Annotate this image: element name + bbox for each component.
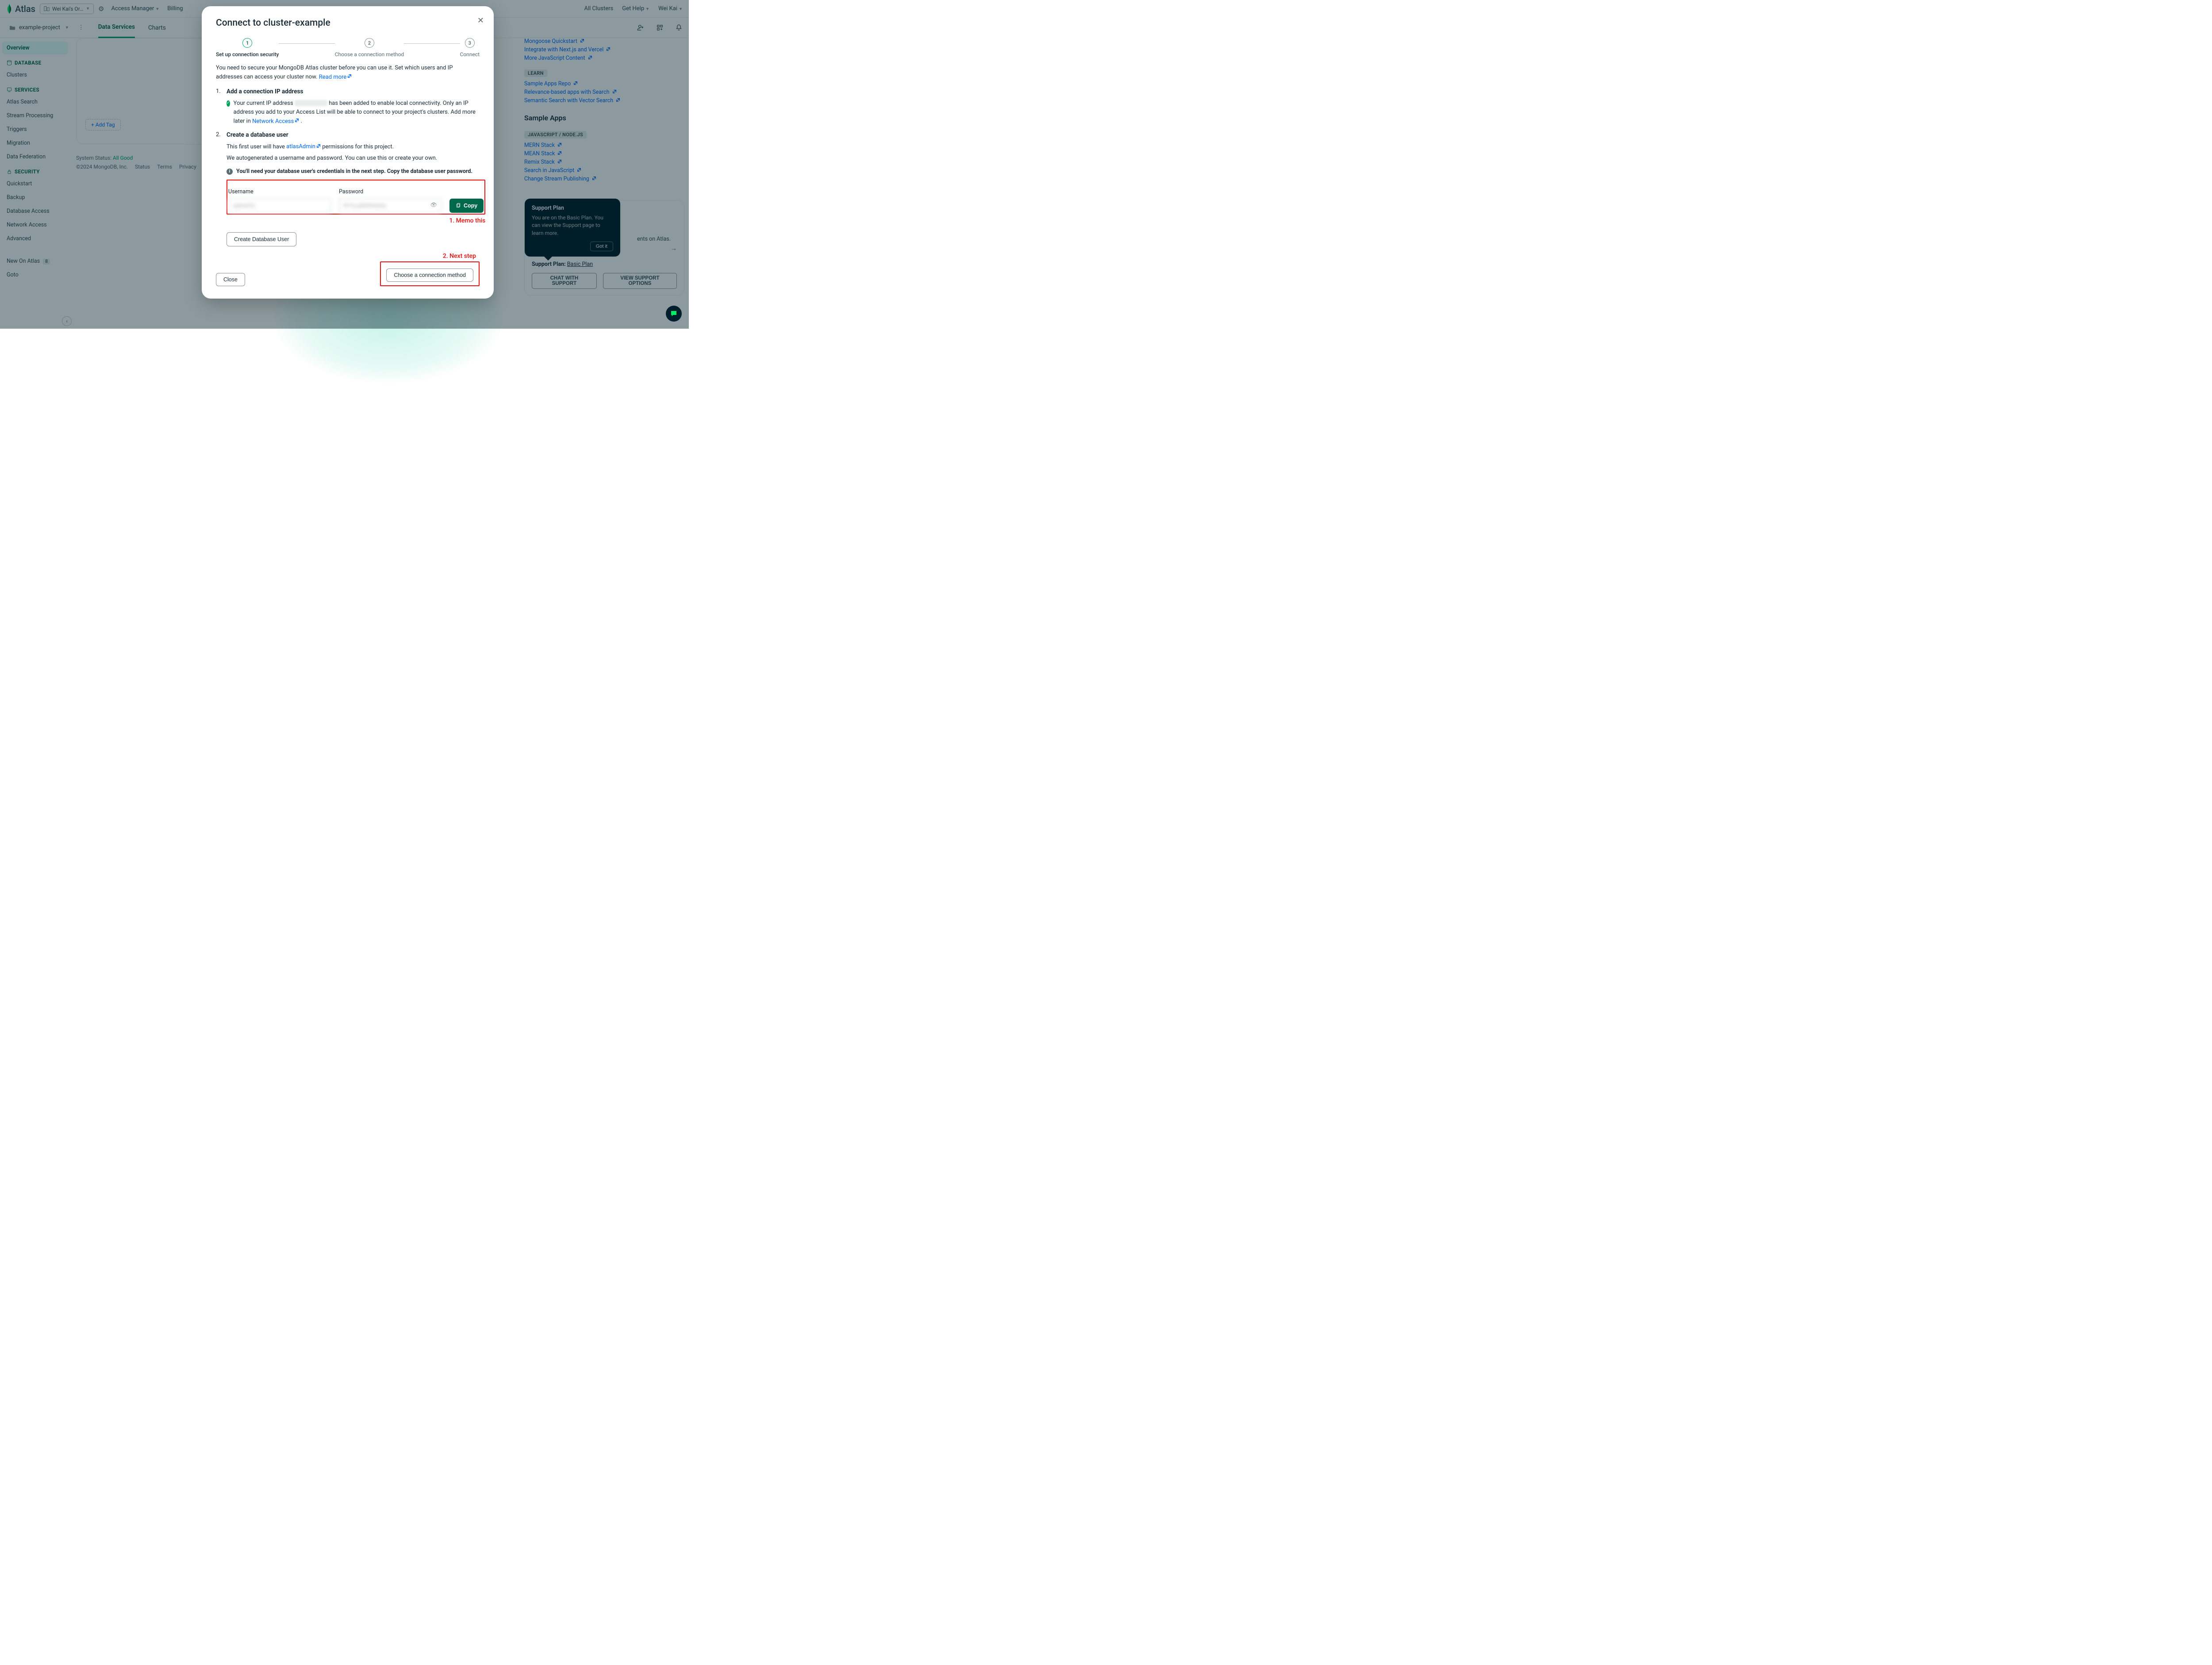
modal-title: Connect to cluster-example bbox=[216, 18, 480, 28]
atlas-admin-link[interactable]: atlasAdmin bbox=[286, 143, 321, 150]
credentials-highlight: Username Password 👁 Copy bbox=[227, 180, 485, 215]
step-1-circle: 1 bbox=[242, 38, 252, 48]
item1-heading: Add a connection IP address bbox=[227, 87, 480, 96]
stepper: 1 Set up connection security 2 Choose a … bbox=[216, 38, 480, 58]
close-icon[interactable]: ✕ bbox=[477, 16, 484, 25]
close-button[interactable]: Close bbox=[216, 273, 245, 286]
username-input[interactable] bbox=[228, 198, 331, 213]
info-text: You'll need your database user's credent… bbox=[236, 167, 472, 176]
check-circle-icon: ✓ bbox=[227, 100, 230, 107]
item1-text: Your current IP address has been added t… bbox=[234, 99, 480, 126]
step-1-label: Set up connection security bbox=[216, 51, 279, 58]
next-step-highlight: 2. Next step Choose a connection method bbox=[380, 261, 480, 286]
network-access-link[interactable]: Network Access bbox=[252, 118, 299, 125]
chat-icon bbox=[670, 310, 678, 318]
eye-icon[interactable]: 👁 bbox=[430, 201, 437, 209]
connect-modal: ✕ Connect to cluster-example 1 Set up co… bbox=[202, 6, 494, 299]
password-input[interactable] bbox=[339, 198, 442, 213]
choose-connection-method-button[interactable]: Choose a connection method bbox=[386, 269, 473, 282]
step-2-circle: 2 bbox=[365, 38, 374, 48]
modal-body: You need to secure your MongoDB Atlas cl… bbox=[216, 64, 480, 246]
external-link-icon bbox=[347, 73, 352, 81]
external-link-icon bbox=[295, 117, 299, 126]
redacted-ip bbox=[295, 100, 327, 106]
copy-button[interactable]: Copy bbox=[449, 199, 484, 213]
modal-footer: Close 2. Next step Choose a connection m… bbox=[216, 261, 480, 286]
create-database-user-button[interactable]: Create Database User bbox=[227, 232, 296, 246]
info-icon: i bbox=[227, 169, 233, 175]
external-link-icon bbox=[316, 142, 321, 151]
chat-fab[interactable] bbox=[666, 306, 682, 322]
step-3: 3 Connect bbox=[460, 38, 480, 58]
step-1: 1 Set up connection security bbox=[216, 38, 279, 58]
step-2-label: Choose a connection method bbox=[335, 51, 404, 58]
password-column: Password 👁 bbox=[339, 188, 442, 213]
step-3-circle: 3 bbox=[465, 38, 475, 48]
password-label: Password bbox=[339, 188, 442, 196]
annotation-2: 2. Next step bbox=[443, 253, 476, 260]
step-2: 2 Choose a connection method bbox=[335, 38, 404, 58]
item2-heading: Create a database user bbox=[227, 130, 485, 140]
item2-text-a: This first user will have atlasAdmin per… bbox=[227, 142, 485, 152]
annotation-1: 1. Memo this bbox=[449, 217, 485, 224]
step-3-label: Connect bbox=[460, 51, 480, 58]
info-row: i You'll need your database user's crede… bbox=[227, 167, 485, 176]
username-column: Username bbox=[228, 188, 331, 213]
copy-icon bbox=[456, 203, 461, 208]
item2-text-b: We autogenerated a username and password… bbox=[227, 154, 485, 163]
read-more-link[interactable]: Read more bbox=[319, 74, 352, 81]
list-number-2: 2. bbox=[216, 130, 222, 246]
list-number-1: 1. bbox=[216, 87, 222, 126]
username-label: Username bbox=[228, 188, 331, 196]
